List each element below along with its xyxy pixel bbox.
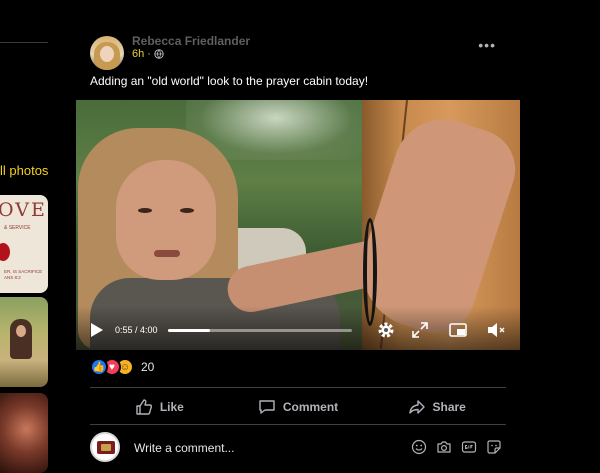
play-icon[interactable] — [90, 322, 104, 338]
author-avatar[interactable] — [90, 36, 124, 70]
thumbnail-subtitle: & SERVICE — [4, 225, 31, 231]
thumbs-up-icon — [136, 399, 152, 415]
video-player[interactable]: 0:55 / 4:00 — [76, 100, 520, 350]
video-progress-bar[interactable] — [168, 329, 352, 332]
actions-divider-bottom — [90, 424, 506, 425]
sidebar-divider — [0, 42, 48, 43]
video-time: 0:55 / 4:00 — [115, 325, 158, 335]
post-meta: 6h · — [132, 48, 164, 60]
video-scene-face — [116, 160, 216, 280]
video-progress-fill — [168, 329, 211, 332]
reactions-summary[interactable]: 👍 ♥ ☺ 20 — [90, 358, 154, 376]
comment-label: Comment — [282, 400, 339, 414]
comment-input[interactable]: Write a comment... — [126, 433, 506, 463]
settings-icon[interactable] — [376, 320, 396, 340]
like-button[interactable]: Like — [90, 392, 229, 422]
avatar-badge-center — [101, 444, 111, 451]
thumbnail-title: OVE — [0, 199, 47, 221]
camera-icon[interactable] — [436, 439, 452, 455]
comment-placeholder: Write a comment... — [134, 441, 235, 455]
share-icon — [408, 400, 425, 414]
mute-icon[interactable] — [486, 320, 506, 340]
post-caption: Adding an "old world" look to the prayer… — [90, 74, 369, 88]
meta-separator: · — [147, 48, 151, 60]
commenter-avatar[interactable] — [90, 432, 120, 462]
left-column: ll photos OVE & SERVICE ER, IS SACRIFICE… — [0, 0, 50, 473]
post-timestamp[interactable]: 6h — [132, 48, 144, 60]
more-options-button[interactable]: ••• — [478, 37, 496, 53]
avatar-face — [100, 46, 114, 62]
comment-composer: Write a comment... — [90, 432, 506, 464]
photo-thumbnail-2[interactable] — [0, 297, 48, 387]
photo-thumbnail-1[interactable]: OVE & SERVICE ER, IS SACRIFICE ANS 8:2 — [0, 195, 48, 293]
comment-tools — [411, 439, 502, 455]
share-label: Share — [432, 400, 466, 414]
thumbnail-caption-line1: ER, IS SACRIFICE — [4, 269, 43, 274]
post-card: Rebecca Friedlander 6h · ••• Adding an "… — [76, 0, 520, 473]
gif-icon[interactable] — [461, 439, 477, 455]
thumbnail-face — [16, 325, 26, 337]
video-scene-eye-right — [180, 208, 194, 213]
more-dots-icon: ••• — [478, 37, 496, 53]
video-scene-mouth — [154, 250, 180, 257]
share-button[interactable]: Share — [367, 392, 506, 422]
comment-icon — [259, 400, 275, 414]
reaction-count[interactable]: 20 — [141, 360, 154, 374]
photo-thumbnail-3[interactable] — [0, 393, 48, 473]
all-photos-link[interactable]: ll photos — [0, 163, 48, 178]
thumbnail-caption: ER, IS SACRIFICE ANS 8:2 — [4, 269, 42, 281]
emoji-icon[interactable] — [411, 439, 427, 455]
fullscreen-icon[interactable] — [410, 320, 430, 340]
comment-button[interactable]: Comment — [229, 392, 368, 422]
thumbnail-caption-line2: ANS 8:2 — [4, 275, 21, 280]
video-scene-eye-left — [138, 208, 152, 213]
post-actions: Like Comment Share — [90, 392, 506, 422]
sticker-icon[interactable] — [486, 439, 502, 455]
author-name[interactable]: Rebecca Friedlander — [132, 34, 250, 48]
globe-icon — [154, 49, 164, 59]
actions-divider-top — [90, 387, 506, 388]
rose-graphic — [0, 243, 10, 261]
like-label: Like — [159, 400, 184, 414]
picture-in-picture-icon[interactable] — [448, 320, 468, 340]
like-reaction-icon: 👍 — [90, 358, 108, 376]
